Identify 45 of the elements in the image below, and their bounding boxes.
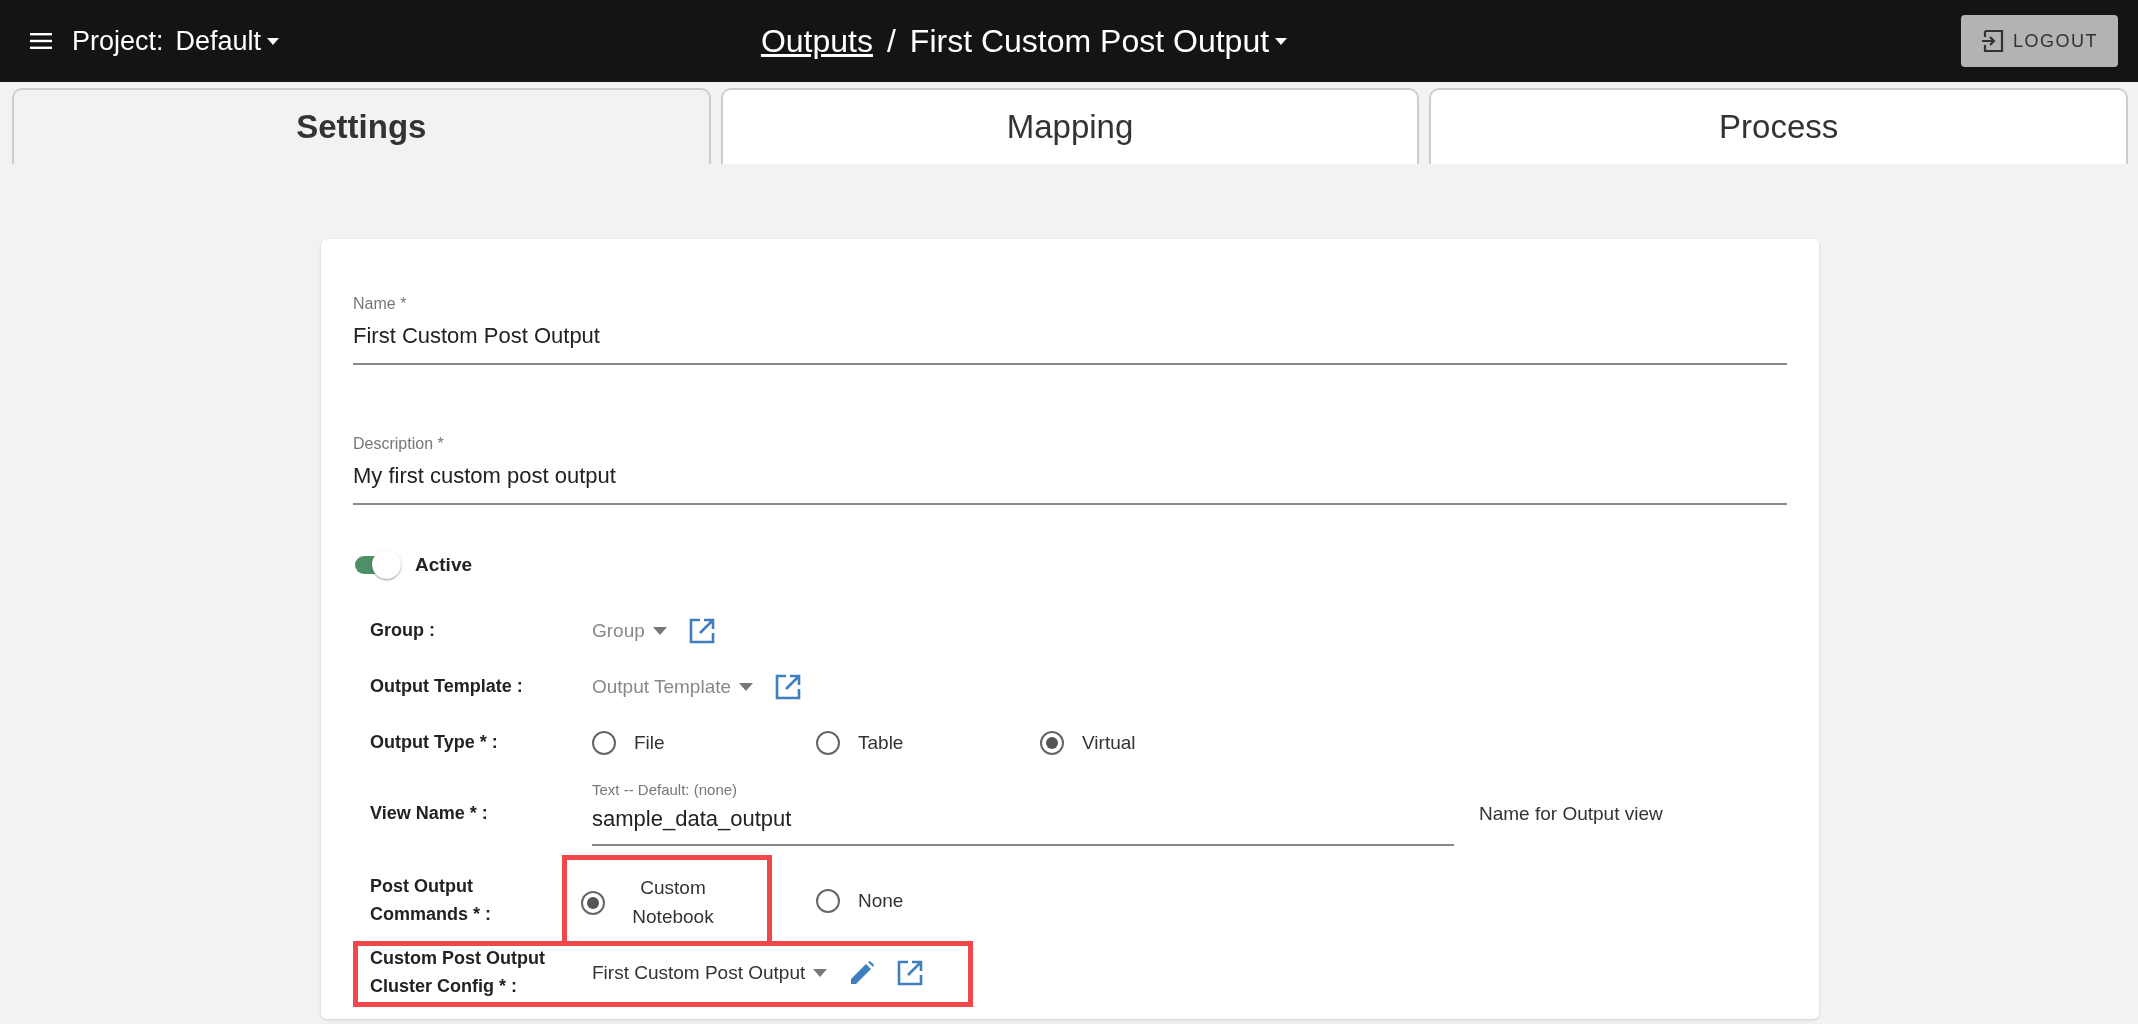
field-label: Name * bbox=[353, 295, 408, 313]
field-helper-label: Text -- Default: (none) bbox=[592, 781, 739, 798]
logout-icon bbox=[1981, 30, 2005, 52]
edit-pencil-icon[interactable] bbox=[849, 959, 876, 986]
output-title-dropdown[interactable]: First Custom Post Output bbox=[909, 22, 1288, 60]
caret-icon bbox=[267, 37, 280, 45]
option-label: Table bbox=[858, 732, 904, 754]
breadcrumb-separator: / bbox=[886, 22, 896, 60]
radio-button[interactable] bbox=[581, 890, 605, 915]
menu-icon[interactable] bbox=[30, 33, 52, 49]
project-label: Project: bbox=[72, 25, 164, 57]
radio-button[interactable] bbox=[1040, 731, 1064, 755]
project-dropdown[interactable]: Default bbox=[175, 25, 280, 57]
dropdown[interactable]: Group bbox=[592, 620, 667, 642]
caret-icon bbox=[652, 627, 667, 635]
dropdown[interactable]: First Custom Post Output bbox=[592, 961, 828, 984]
open-external-icon[interactable] bbox=[897, 959, 924, 986]
row-label: Group : bbox=[370, 619, 436, 643]
option-label: Custom Notebook bbox=[631, 876, 715, 929]
row-label: Output Type * : bbox=[370, 731, 499, 755]
radio-button[interactable] bbox=[592, 731, 616, 755]
open-external-icon[interactable] bbox=[688, 618, 715, 644]
row-label: Output Template : bbox=[370, 675, 524, 699]
dropdown[interactable]: Output Template bbox=[592, 676, 754, 698]
open-external-icon[interactable] bbox=[775, 674, 802, 700]
row-label: View Name * : bbox=[370, 801, 489, 825]
caret-icon bbox=[813, 968, 828, 977]
tab[interactable]: Process bbox=[1429, 88, 2128, 164]
option-label: File bbox=[634, 732, 665, 754]
radio-button[interactable] bbox=[816, 731, 840, 755]
row-label: Post Output Commands * : bbox=[370, 874, 493, 926]
tab[interactable]: Mapping bbox=[720, 88, 1420, 164]
row-label: Custom Post Output Cluster Config * : bbox=[370, 947, 546, 998]
active-switch[interactable] bbox=[353, 549, 403, 581]
switch-label: Active bbox=[415, 554, 473, 576]
tab[interactable]: Settings bbox=[12, 88, 711, 164]
breadcrumb-link[interactable]: Outputs bbox=[760, 22, 873, 60]
option-label: None bbox=[858, 889, 904, 912]
caret-icon bbox=[1275, 37, 1288, 45]
caret-icon bbox=[739, 683, 754, 691]
option-label: Virtual bbox=[1082, 732, 1136, 754]
logout-button[interactable]: LOGOUT bbox=[1961, 15, 2118, 67]
hint-text: Name for Output view bbox=[1478, 802, 1664, 825]
radio-button[interactable] bbox=[816, 888, 840, 913]
field-label: Description * bbox=[353, 435, 445, 453]
